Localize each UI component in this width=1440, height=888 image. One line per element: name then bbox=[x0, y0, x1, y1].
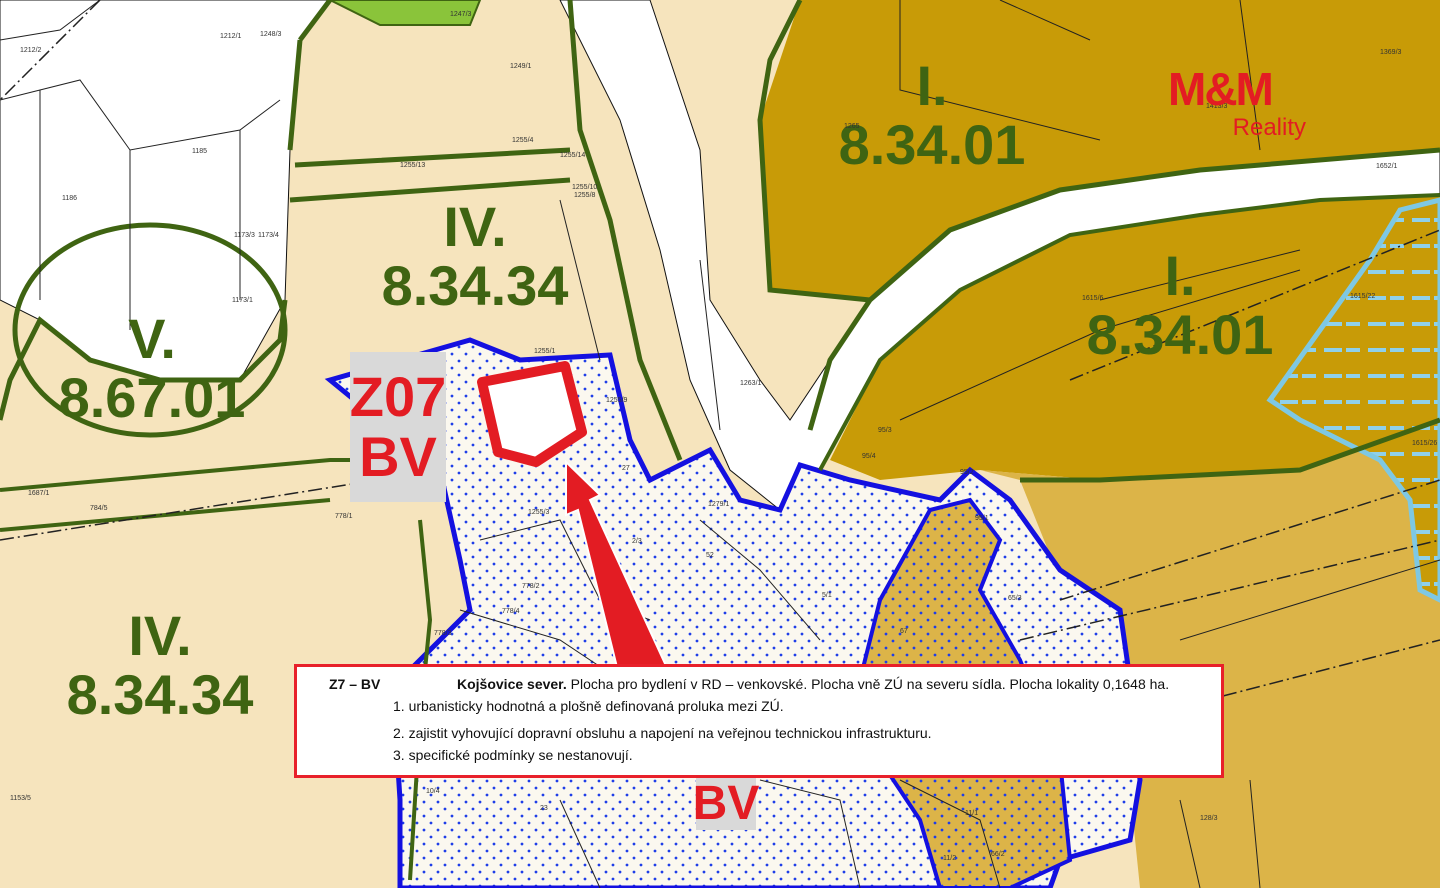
mm-reality-logo: M&M Reality bbox=[1168, 62, 1308, 144]
parcel-number: 52 bbox=[706, 552, 714, 559]
parcel-number: 1255/4 bbox=[512, 137, 534, 144]
parcel-number: 10/4 bbox=[426, 788, 440, 795]
parcel-number: 1173/3 bbox=[234, 232, 255, 239]
plot-info-box: Z7 – BV Kojšovice sever. Plocha pro bydl… bbox=[294, 664, 1224, 778]
parcel-number: 1249/1 bbox=[510, 63, 532, 70]
zone-roman: I. bbox=[1164, 244, 1195, 307]
parcel-number: 1255/9 bbox=[606, 397, 628, 404]
parcel-number: 778/4 bbox=[502, 608, 520, 615]
parcel-number: 95/1 bbox=[975, 515, 989, 522]
parcel-number: 1265 bbox=[844, 123, 860, 130]
parcel-number: 778/2 bbox=[522, 583, 540, 590]
parcel-number: 67 bbox=[900, 628, 908, 635]
parcel-number: 1615/22 bbox=[1350, 293, 1375, 300]
parcel-number: 1185 bbox=[192, 148, 207, 155]
parcel-number: 2/3 bbox=[632, 538, 642, 545]
parcel-number: 1247/3 bbox=[450, 11, 472, 18]
plot-marker-type: BV bbox=[359, 425, 437, 488]
parcel-number: 11/2 bbox=[943, 855, 956, 862]
zone-roman: I. bbox=[916, 54, 947, 117]
parcel-number: 1652/1 bbox=[1376, 163, 1398, 170]
parcel-number: 65/3 bbox=[1008, 595, 1022, 602]
zone-roman: IV. bbox=[443, 195, 506, 258]
parcel-number: 778/3 bbox=[434, 630, 452, 637]
parcel-number: 66/2 bbox=[991, 851, 1005, 858]
parcel-number: 1186 bbox=[62, 195, 77, 202]
logo-sub-text: Reality bbox=[1232, 114, 1306, 141]
parcel-number: 1255/8 bbox=[574, 192, 596, 199]
parcel-number: 11/1 bbox=[965, 810, 978, 817]
info-plot-code: Z7 – BV bbox=[329, 676, 381, 692]
parcel-number: 784/5 bbox=[90, 505, 108, 512]
parcel-number: 778/1 bbox=[335, 513, 353, 520]
parcel-number: 23 bbox=[540, 805, 548, 812]
parcel-number: 1212/2 bbox=[20, 47, 42, 54]
zone-code: 8.34.01 bbox=[1087, 303, 1274, 366]
info-description: Plocha pro bydlení v RD – venkovské. Plo… bbox=[570, 676, 1170, 692]
parcel-number: 1173/1 bbox=[232, 297, 253, 304]
parcel-number: 5/1 bbox=[822, 592, 832, 599]
logo-main-text: M&M bbox=[1168, 63, 1274, 115]
parcel-number: 1615/6 bbox=[1082, 295, 1104, 302]
parcel-number: 95/2 bbox=[960, 469, 974, 476]
zone-code: 8.34.34 bbox=[382, 254, 569, 317]
parcel-number: 1263/1 bbox=[740, 380, 762, 387]
parcel-number: 1173/4 bbox=[258, 232, 279, 239]
zone-code: 8.34.34 bbox=[67, 663, 254, 726]
parcel-number: 95/4 bbox=[862, 453, 876, 460]
bv-zone-label-text: BV bbox=[692, 777, 760, 830]
zone-roman: IV. bbox=[128, 604, 191, 667]
bv-zone-label: BV bbox=[693, 778, 759, 830]
info-item-2: 2. zajistit vyhovující dopravní obsluhu … bbox=[393, 725, 932, 741]
plot-marker-code: Z07 bbox=[349, 365, 447, 428]
info-heading: Kojšovice sever. Plocha pro bydlení v RD… bbox=[457, 676, 1169, 692]
parcel-number: 1212/1 bbox=[220, 33, 242, 40]
parcel-number: 1248/3 bbox=[260, 31, 282, 38]
parcel-number: 1255/1 bbox=[534, 348, 556, 355]
info-item-3: 3. specifické podmínky se nestanovují. bbox=[393, 747, 633, 763]
parcel-number: 1687/1 bbox=[28, 490, 50, 497]
parcel-number: 1255/10 bbox=[572, 184, 597, 191]
parcel-number: 1615/26 bbox=[1412, 440, 1437, 447]
parcel-number: 1279/1 bbox=[708, 501, 730, 508]
highlighted-plot-outline[interactable] bbox=[477, 361, 587, 467]
parcel-number: 1255/14 bbox=[560, 152, 585, 159]
zone-code: 8.67.01 bbox=[59, 366, 246, 429]
parcel-number: 1369/3 bbox=[1380, 49, 1402, 56]
info-item-1: 1. urbanisticky hodnotná a plošně defino… bbox=[393, 698, 784, 714]
parcel-number: 27 bbox=[622, 465, 630, 472]
parcel-number: 1255/3 bbox=[528, 509, 550, 516]
parcel-number: 1255/13 bbox=[400, 162, 425, 169]
zone-roman: V. bbox=[128, 307, 176, 370]
parcel-number: 128/3 bbox=[1200, 815, 1218, 822]
parcel-number: 1153/5 bbox=[10, 795, 31, 802]
zone-code: 8.34.01 bbox=[839, 113, 1026, 176]
parcel-number: 95/3 bbox=[878, 427, 892, 434]
plot-marker-label: Z07 BV bbox=[350, 352, 446, 502]
info-locality-name: Kojšovice sever. bbox=[457, 676, 567, 692]
